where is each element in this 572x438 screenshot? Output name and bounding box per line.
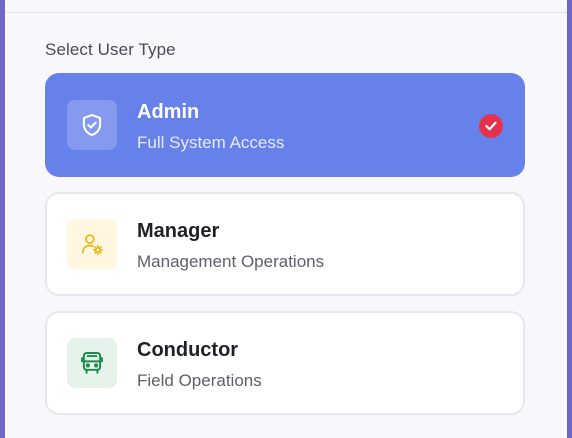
user-type-title: Conductor — [137, 339, 239, 361]
user-type-subtitle: Full System Access — [137, 133, 285, 152]
user-type-card-conductor[interactable]: Conductor Field Operations — [45, 311, 525, 415]
user-type-title: Manager — [137, 220, 220, 242]
user-type-subtitle: Management Operations — [137, 252, 325, 271]
conductor-icon-box — [67, 338, 117, 388]
manager-icon-box — [67, 219, 117, 269]
user-gear-icon — [81, 234, 103, 255]
bus-icon — [81, 352, 103, 374]
user-type-panel: Select User Type Admin Full System Acces… — [5, 0, 567, 438]
top-divider — [5, 12, 567, 13]
user-type-subtitle: Field Operations — [137, 371, 262, 390]
section-label: Select User Type — [45, 40, 176, 59]
user-type-card-manager[interactable]: Manager Management Operations — [45, 192, 525, 296]
selected-check-icon — [479, 114, 503, 138]
shield-check-icon — [82, 114, 102, 136]
user-type-title: Admin — [137, 101, 200, 123]
admin-icon-box — [67, 100, 117, 150]
user-type-card-admin[interactable]: Admin Full System Access — [45, 73, 525, 177]
